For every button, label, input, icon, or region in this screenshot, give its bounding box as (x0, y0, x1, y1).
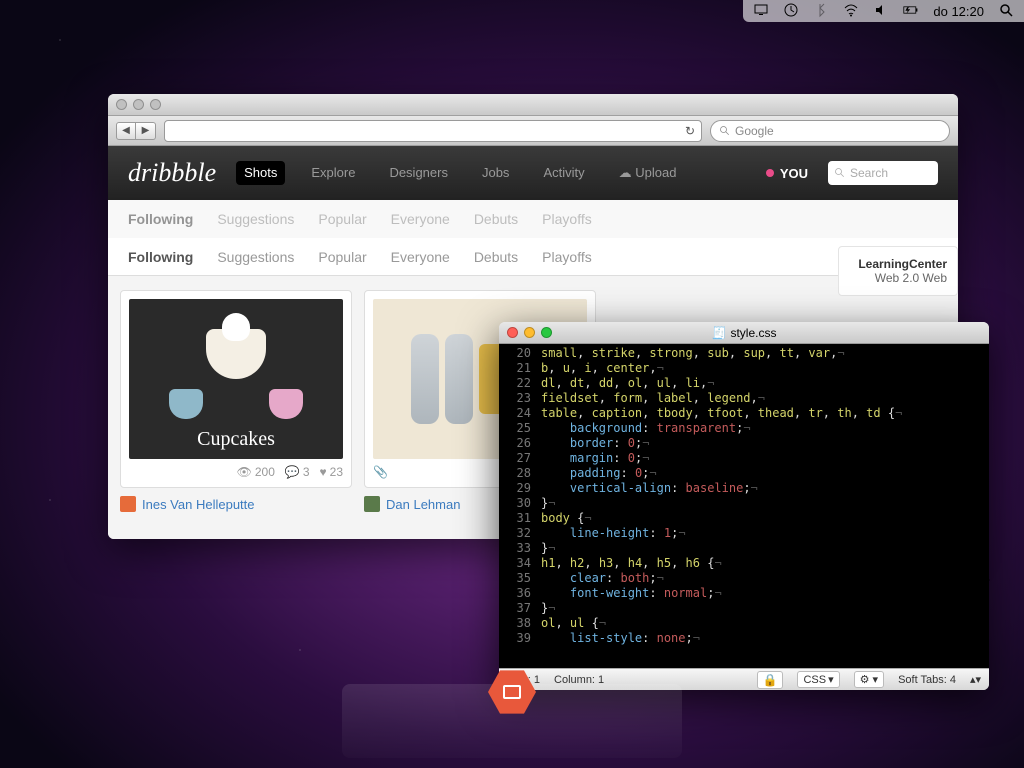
nav-designers[interactable]: Designers (381, 161, 456, 185)
timemachine-icon[interactable] (783, 2, 799, 21)
mouse-cursor: ↖ (976, 566, 993, 588)
reload-icon[interactable]: ↻ (685, 124, 695, 138)
dock-app-icon[interactable] (488, 668, 536, 716)
shot-author[interactable]: Ines Van Helleputte (120, 496, 352, 512)
safari-titlebar[interactable] (108, 94, 958, 116)
browser-search-placeholder: Google (735, 124, 774, 138)
wifi-icon[interactable] (843, 2, 859, 21)
sidebar-card[interactable]: LearningCenter Web 2.0 Web (838, 246, 958, 296)
sidebar-sub: Web 2.0 Web (849, 271, 947, 285)
url-bar[interactable]: ↻ (164, 120, 702, 142)
subnav-item[interactable]: Playoffs (542, 211, 592, 227)
avatar (364, 496, 380, 512)
editor-filename: style.css (730, 326, 776, 340)
nav-jobs[interactable]: Jobs (474, 161, 517, 185)
safari-toolbar: ◀ ▶ ↻ Google (108, 116, 958, 146)
subnav-following[interactable]: Following (128, 249, 193, 265)
editor-body[interactable]: 2021222324252627282930313233343536373839… (499, 344, 989, 668)
code-area[interactable]: small, strike, strong, sub, sup, tt, var… (537, 344, 989, 668)
dock (342, 684, 682, 758)
subnav-everyone[interactable]: Everyone (391, 249, 450, 265)
dribbble-nav: Shots Explore Designers Jobs Activity ☁ … (236, 161, 684, 185)
subnav-item[interactable]: Everyone (391, 211, 450, 227)
shot-title: Cupcakes (197, 428, 275, 451)
battery-icon[interactable] (903, 2, 919, 21)
back-button[interactable]: ◀ (116, 122, 136, 140)
tabs-stepper[interactable]: ▴▾ (970, 673, 981, 686)
nav-upload[interactable]: ☁ Upload (611, 161, 685, 185)
bluetooth-icon[interactable] (813, 2, 829, 21)
comments-stat: 💬 3 (285, 465, 310, 479)
gear-menu[interactable]: ⚙ ▾ (854, 671, 884, 688)
language-select[interactable]: CSS ▾ (797, 671, 839, 688)
dribbble-header: dribbble Shots Explore Designers Jobs Ac… (108, 146, 958, 200)
nav-shots[interactable]: Shots (236, 161, 285, 185)
subnav-item[interactable]: Following (128, 211, 193, 227)
attachment-icon: 📎 (373, 465, 388, 479)
shot-stats: 👁 200 💬 3 ♥ 23 (129, 465, 343, 479)
avatar (120, 496, 136, 512)
status-tabs[interactable]: Soft Tabs: 4 (898, 674, 956, 686)
dribbble-search[interactable]: Search (828, 161, 938, 185)
nav-explore[interactable]: Explore (303, 161, 363, 185)
subnav-playoffs[interactable]: Playoffs (542, 249, 592, 265)
line-gutter: 2021222324252627282930313233343536373839 (499, 344, 537, 668)
forward-button[interactable]: ▶ (136, 122, 156, 140)
dribbble-logo[interactable]: dribbble (128, 158, 216, 188)
sidebar-title: LearningCenter (849, 257, 947, 271)
macos-menubar: do 12:20 (743, 0, 1024, 22)
editor-titlebar[interactable]: 🧾 style.css (499, 322, 989, 344)
volume-icon[interactable] (873, 2, 889, 21)
you-link[interactable]: YOU (766, 166, 808, 181)
likes-stat: ♥ 23 (320, 465, 343, 479)
subnav-debuts[interactable]: Debuts (474, 249, 518, 265)
display-icon[interactable] (753, 2, 769, 21)
lock-toggle[interactable]: 🔒 (757, 671, 784, 689)
nav-activity[interactable]: Activity (535, 161, 592, 185)
spotlight-icon[interactable] (998, 2, 1014, 21)
window-controls[interactable] (116, 99, 161, 110)
dribbble-subnav-ghost: Following Suggestions Popular Everyone D… (108, 200, 958, 238)
subnav-item[interactable]: Popular (318, 211, 366, 227)
menubar-clock[interactable]: do 12:20 (933, 4, 984, 19)
views-stat: 👁 200 (237, 465, 275, 479)
dribbble-search-placeholder: Search (850, 166, 888, 180)
shot-card[interactable]: Cupcakes 👁 200 💬 3 ♥ 23 Ines Van Hellepu… (120, 290, 352, 512)
css-file-icon: 🧾 (712, 326, 727, 340)
browser-search[interactable]: Google (710, 120, 950, 142)
editor-window: 🧾 style.css 2021222324252627282930313233… (499, 322, 989, 690)
subnav-popular[interactable]: Popular (318, 249, 366, 265)
subnav-item[interactable]: Suggestions (217, 211, 294, 227)
subnav-item[interactable]: Debuts (474, 211, 518, 227)
subnav-suggestions[interactable]: Suggestions (217, 249, 294, 265)
window-controls[interactable] (507, 327, 552, 338)
dribbble-subnav: Following Suggestions Popular Everyone D… (108, 238, 958, 276)
